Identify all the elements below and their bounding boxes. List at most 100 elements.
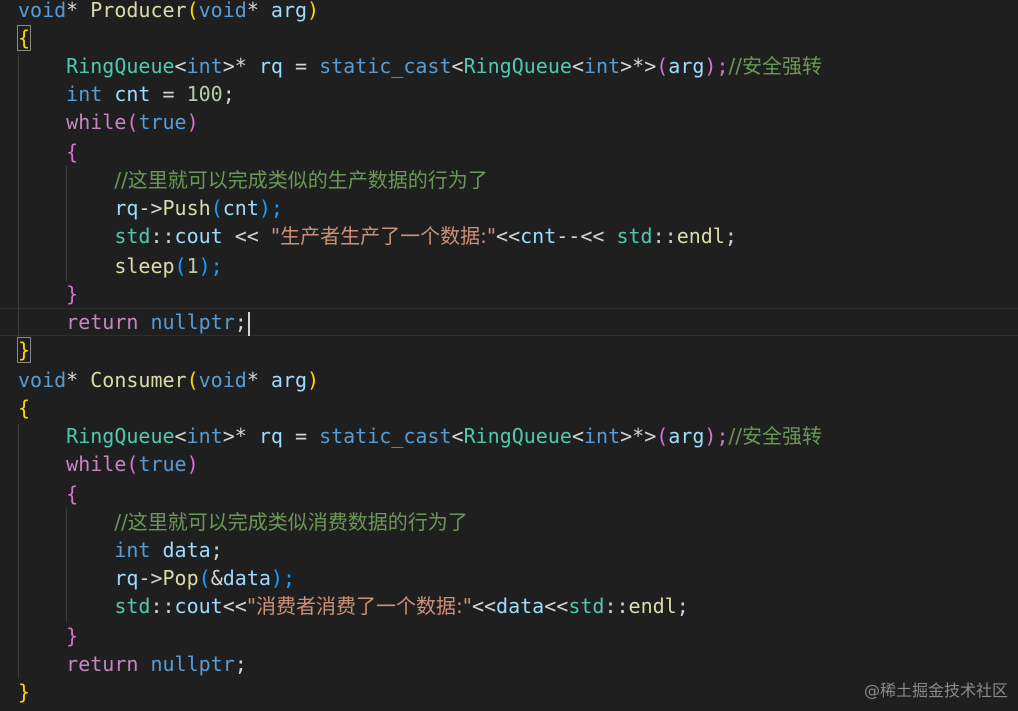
code-line[interactable]: rq->Push(cnt); xyxy=(18,194,283,222)
operator: < xyxy=(571,424,584,448)
operator: ; xyxy=(676,594,689,618)
operator: ; xyxy=(222,82,235,106)
keyword: int xyxy=(66,82,103,106)
code-line[interactable]: RingQueue<int>* rq = static_cast<RingQue… xyxy=(18,422,822,450)
bracket: { xyxy=(66,482,79,506)
code-line[interactable]: void* Producer(void* arg) xyxy=(18,0,319,24)
control-keyword: while xyxy=(66,452,127,476)
number-literal: 100 xyxy=(186,82,223,106)
variable: cout xyxy=(174,224,223,248)
code-line[interactable]: //这里就可以完成类似的生产数据的行为了 xyxy=(18,166,488,194)
variable: cnt xyxy=(520,224,557,248)
operator: < xyxy=(451,424,464,448)
bracket: { xyxy=(16,25,32,51)
type-name: RingQueue xyxy=(66,54,175,78)
operator: << xyxy=(471,594,497,618)
operator: & xyxy=(210,566,223,590)
function-name: Consumer xyxy=(90,368,187,392)
code-line[interactable]: rq->Pop(&data); xyxy=(18,564,295,592)
keyword: int xyxy=(186,424,223,448)
operator: < xyxy=(451,54,464,78)
operator: >* xyxy=(222,54,259,78)
code-line[interactable]: sleep(1); xyxy=(18,252,223,280)
bracket: ); xyxy=(704,54,729,78)
function-name: sleep xyxy=(114,254,175,278)
operator: :: xyxy=(604,594,629,618)
bracket: ( xyxy=(174,254,187,278)
control-keyword: return xyxy=(66,652,139,676)
code-line[interactable]: } xyxy=(18,280,78,308)
bracket: ( xyxy=(210,196,223,220)
operator: << xyxy=(496,224,521,248)
operator: = xyxy=(282,424,320,448)
bracket: ( xyxy=(656,424,669,448)
code-line[interactable]: RingQueue<int>* rq = static_cast<RingQue… xyxy=(18,52,822,80)
code-line[interactable]: while(true) xyxy=(18,450,199,478)
operator: :: xyxy=(150,224,175,248)
variable: rq xyxy=(114,566,139,590)
bracket: ) xyxy=(186,452,199,476)
bracket: { xyxy=(66,140,79,164)
variable: data xyxy=(150,538,211,562)
operator: >*> xyxy=(620,424,657,448)
variable: cout xyxy=(174,594,223,618)
operator: * xyxy=(66,368,91,392)
code-line[interactable]: } xyxy=(18,622,78,650)
operator: * xyxy=(66,0,91,22)
operator: << xyxy=(580,224,617,248)
operator: >*> xyxy=(620,54,657,78)
bracket: ( xyxy=(656,54,669,78)
code-line[interactable]: { xyxy=(16,24,32,52)
variable: rq xyxy=(258,424,283,448)
keyword: static_cast xyxy=(319,54,452,78)
function-name: Pop xyxy=(162,566,199,590)
keyword: int xyxy=(583,424,621,448)
keyword: int xyxy=(583,54,621,78)
operator: :: xyxy=(150,594,175,618)
comment: //安全强转 xyxy=(728,424,822,448)
operator: = xyxy=(282,54,320,78)
bracket: ( xyxy=(186,0,199,22)
variable: cnt xyxy=(222,196,259,220)
parameter: arg xyxy=(270,368,308,392)
variable: cnt xyxy=(102,82,151,106)
variable: rq xyxy=(258,54,283,78)
function-name: endl xyxy=(676,224,725,248)
code-line[interactable]: //这里就可以完成类似消费数据的行为了 xyxy=(18,508,467,536)
code-line[interactable]: } xyxy=(16,336,32,364)
code-line[interactable]: int data; xyxy=(18,536,222,564)
code-line[interactable]: { xyxy=(18,138,78,166)
function-name: Producer xyxy=(90,0,187,22)
code-line[interactable]: return nullptr; xyxy=(18,650,247,678)
operator: ; xyxy=(724,224,737,248)
code-editor[interactable]: void* Producer(void* arg) { RingQueue<in… xyxy=(0,0,1018,711)
bracket: ); xyxy=(198,254,223,278)
comment: //安全强转 xyxy=(728,54,822,78)
control-keyword: return xyxy=(66,310,139,334)
code-line[interactable]: void* Consumer(void* arg) xyxy=(18,366,319,394)
keyword: static_cast xyxy=(319,424,452,448)
bracket: ( xyxy=(186,368,199,392)
variable: data xyxy=(496,594,545,618)
code-line[interactable]: { xyxy=(18,480,78,508)
code-line[interactable]: while(true) xyxy=(18,108,198,136)
number-literal: 1 xyxy=(186,254,199,278)
operator: ; xyxy=(234,652,247,676)
comment: //这里就可以完成类似的生产数据的行为了 xyxy=(114,168,488,192)
code-line[interactable]: return nullptr; xyxy=(18,308,250,336)
operator: * xyxy=(246,0,271,22)
code-line[interactable]: std::cout<<"消费者消费了一个数据:"<<data<<std::end… xyxy=(18,592,689,620)
code-line[interactable]: { xyxy=(18,394,30,422)
bracket: } xyxy=(16,337,32,363)
keyword: true xyxy=(138,110,187,134)
operator: ; xyxy=(234,310,247,334)
operator: :: xyxy=(652,224,677,248)
code-line[interactable]: std::cout << "生产者生产了一个数据:"<<cnt--<< std:… xyxy=(18,222,737,250)
parameter: arg xyxy=(668,54,705,78)
operator: << xyxy=(222,594,247,618)
operator: << xyxy=(222,224,271,248)
bracket: ( xyxy=(126,110,139,134)
code-line[interactable]: } xyxy=(18,678,30,706)
operator: < xyxy=(174,54,187,78)
code-line[interactable]: int cnt = 100; xyxy=(18,80,235,108)
